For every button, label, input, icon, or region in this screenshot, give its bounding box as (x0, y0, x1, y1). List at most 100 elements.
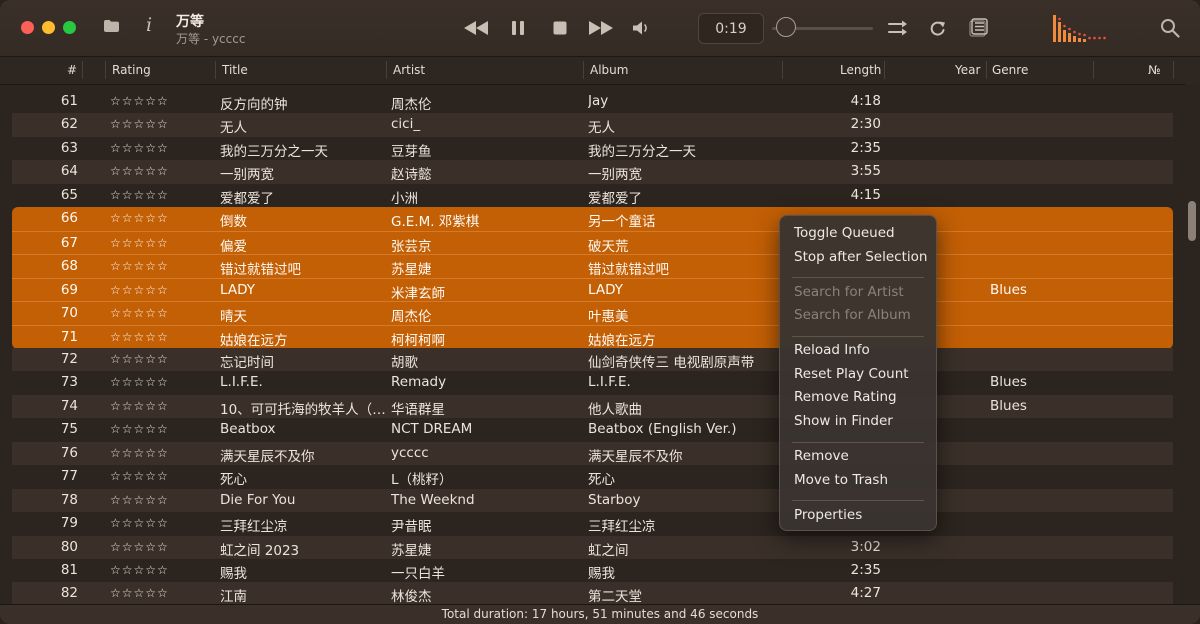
table-row[interactable]: 69 ☆☆☆☆☆ LADY 米津玄師 LADY Blues (12, 277, 1173, 303)
track-title: 忘记时间 (220, 354, 274, 371)
menu-item-stop-after-selection[interactable]: Stop after Selection (794, 249, 927, 265)
rewind-button[interactable] (461, 17, 491, 39)
table-row[interactable]: 81 ☆☆☆☆☆ 赐我 一只白羊 赐我 2:35 (12, 559, 1173, 582)
seek-slider-knob[interactable] (776, 17, 797, 37)
rating-stars[interactable]: ☆☆☆☆☆ (110, 117, 169, 131)
table-row[interactable]: 63 ☆☆☆☆☆ 我的三万分之一天 豆芽鱼 我的三万分之一天 2:35 (12, 137, 1173, 160)
repeat-button[interactable] (928, 17, 948, 39)
table-row[interactable]: 80 ☆☆☆☆☆ 虹之间 2023 苏星婕 虹之间 3:02 (12, 535, 1173, 559)
table-row[interactable]: 75 ☆☆☆☆☆ Beatbox NCT DREAM Beatbox (English … (12, 418, 1173, 441)
table-row[interactable]: 79 ☆☆☆☆☆ 三拜红尘凉 尹昔眠 三拜红尘凉 (12, 512, 1173, 535)
minimize-window-button[interactable] (42, 21, 55, 34)
menu-item-properties[interactable]: Properties (794, 507, 862, 523)
column-divider[interactable] (986, 61, 987, 79)
table-row[interactable]: 67 ☆☆☆☆☆ 偏爱 张芸京 破天荒 (12, 230, 1173, 256)
column-divider[interactable] (105, 61, 106, 79)
search-icon[interactable] (1160, 18, 1180, 38)
column-divider[interactable] (82, 61, 83, 79)
visualizer-icon[interactable] (1052, 14, 1108, 42)
rating-stars[interactable]: ☆☆☆☆☆ (110, 188, 169, 202)
table-row[interactable]: 73 ☆☆☆☆☆ L.I.F.E. Remady L.I.F.E. Blues (12, 371, 1173, 394)
column-divider[interactable] (583, 61, 584, 79)
rating-stars[interactable]: ☆☆☆☆☆ (110, 94, 169, 108)
volume-button[interactable] (631, 17, 653, 39)
column-divider[interactable] (1093, 61, 1094, 79)
table-row[interactable]: 68 ☆☆☆☆☆ 错过就错过吧 苏星婕 错过就错过吧 (12, 254, 1173, 279)
track-title: 虹之间 2023 (220, 542, 300, 559)
rating-stars[interactable]: ☆☆☆☆☆ (110, 259, 169, 273)
rating-stars[interactable]: ☆☆☆☆☆ (110, 399, 169, 413)
table-row[interactable]: 76 ☆☆☆☆☆ 满天星辰不及你 ycccc 满天星辰不及你 (12, 441, 1173, 466)
folder-icon[interactable] (104, 20, 119, 32)
menu-item-remove-rating[interactable]: Remove Rating (794, 389, 897, 405)
rating-stars[interactable]: ☆☆☆☆☆ (110, 236, 169, 250)
menu-item-reload-info[interactable]: Reload Info (794, 342, 870, 358)
track-title: 江南 (220, 589, 247, 605)
column-genre[interactable]: Genre (992, 63, 1028, 77)
rating-stars[interactable]: ☆☆☆☆☆ (110, 141, 169, 155)
rating-stars[interactable]: ☆☆☆☆☆ (110, 164, 169, 178)
table-row[interactable]: 72 ☆☆☆☆☆ 忘记时间 胡歌 仙剑奇侠传三 电视剧原声带 (12, 347, 1173, 372)
table-row[interactable]: 71 ☆☆☆☆☆ 姑娘在远方 柯柯柯啊 姑娘在远方 (12, 324, 1173, 349)
queue-button[interactable] (969, 17, 991, 39)
menu-item-remove[interactable]: Remove (794, 448, 849, 464)
rating-stars[interactable]: ☆☆☆☆☆ (110, 446, 169, 460)
rating-stars[interactable]: ☆☆☆☆☆ (110, 563, 169, 577)
table-row[interactable]: 61 ☆☆☆☆☆ 反方向的钟 周杰伦 Jay 4:18 (12, 90, 1173, 113)
close-window-button[interactable] (21, 21, 34, 34)
rating-stars[interactable]: ☆☆☆☆☆ (110, 352, 169, 366)
rating-stars[interactable]: ☆☆☆☆☆ (110, 306, 169, 320)
table-row[interactable]: 65 ☆☆☆☆☆ 爱都爱了 小洲 爱都爱了 4:15 (12, 184, 1173, 207)
pause-button[interactable] (508, 17, 528, 39)
fast-forward-button[interactable] (586, 17, 616, 39)
menu-item-move-to-trash[interactable]: Move to Trash (794, 472, 888, 488)
track-list[interactable]: 61 ☆☆☆☆☆ 反方向的钟 周杰伦 Jay 4:18 62 ☆☆☆☆☆ 无人 cici_ 无人 2:… (0, 90, 1185, 605)
column-divider[interactable] (215, 61, 216, 79)
rating-stars[interactable]: ☆☆☆☆☆ (110, 422, 169, 436)
scrollbar-track[interactable] (1185, 84, 1200, 605)
track-number: 73 (60, 374, 78, 391)
column-length[interactable]: Length (840, 63, 881, 77)
rating-stars[interactable]: ☆☆☆☆☆ (110, 330, 169, 344)
table-row[interactable]: 78 ☆☆☆☆☆ Die For You The Weeknd Starboy (12, 488, 1173, 513)
shuffle-button[interactable] (886, 17, 910, 39)
column-num[interactable]: # (67, 63, 77, 77)
table-row[interactable]: 77 ☆☆☆☆☆ 死心 L（桃籽） 死心 (12, 465, 1173, 488)
info-icon[interactable]: i (146, 14, 152, 36)
elapsed-time[interactable]: 0:19 (698, 13, 764, 44)
column-divider[interactable] (884, 61, 885, 79)
table-row[interactable]: 74 ☆☆☆☆☆ 10、可可托海的牧羊人（原唱… 华语群星 他人歌曲 Blues (12, 394, 1173, 419)
track-album: 一别两宽 (588, 167, 642, 184)
scrollbar-thumb[interactable] (1188, 201, 1196, 241)
column-divider[interactable] (386, 61, 387, 79)
stop-button[interactable] (550, 17, 570, 39)
table-row[interactable]: 82 ☆☆☆☆☆ 江南 林俊杰 第二天堂 4:27 (12, 582, 1173, 605)
rating-stars[interactable]: ☆☆☆☆☆ (110, 540, 169, 554)
column-year[interactable]: Year (955, 63, 980, 77)
table-row[interactable]: 62 ☆☆☆☆☆ 无人 cici_ 无人 2:30 (12, 113, 1173, 137)
menu-item-toggle-queued[interactable]: Toggle Queued (794, 225, 895, 241)
column-divider[interactable] (1173, 61, 1174, 79)
table-row[interactable]: 64 ☆☆☆☆☆ 一别两宽 赵诗懿 一别两宽 3:55 (12, 160, 1173, 184)
rating-stars[interactable]: ☆☆☆☆☆ (110, 283, 169, 297)
rating-stars[interactable]: ☆☆☆☆☆ (110, 375, 169, 389)
column-title[interactable]: Title (222, 63, 248, 77)
table-row[interactable]: 66 ☆☆☆☆☆ 倒数 G.E.M. 邓紫棋 另一个童话 (12, 207, 1173, 231)
column-track-number[interactable]: № (1148, 63, 1160, 77)
menu-item-reset-play-count[interactable]: Reset Play Count (794, 366, 909, 382)
column-album[interactable]: Album (590, 63, 628, 77)
column-artist[interactable]: Artist (393, 63, 425, 77)
track-title: 爱都爱了 (220, 190, 274, 207)
track-artist: 尹昔眠 (391, 519, 432, 536)
menu-item-show-in-finder[interactable]: Show in Finder (794, 413, 893, 429)
column-divider[interactable] (782, 61, 783, 79)
track-artist: 赵诗懿 (391, 167, 432, 184)
table-row[interactable]: 70 ☆☆☆☆☆ 晴天 周杰伦 叶惠美 (12, 301, 1173, 326)
column-rating[interactable]: Rating (112, 63, 151, 77)
rating-stars[interactable]: ☆☆☆☆☆ (110, 586, 169, 600)
zoom-window-button[interactable] (63, 21, 76, 34)
rating-stars[interactable]: ☆☆☆☆☆ (110, 516, 169, 530)
rating-stars[interactable]: ☆☆☆☆☆ (110, 211, 169, 225)
rating-stars[interactable]: ☆☆☆☆☆ (110, 493, 169, 507)
rating-stars[interactable]: ☆☆☆☆☆ (110, 469, 169, 483)
